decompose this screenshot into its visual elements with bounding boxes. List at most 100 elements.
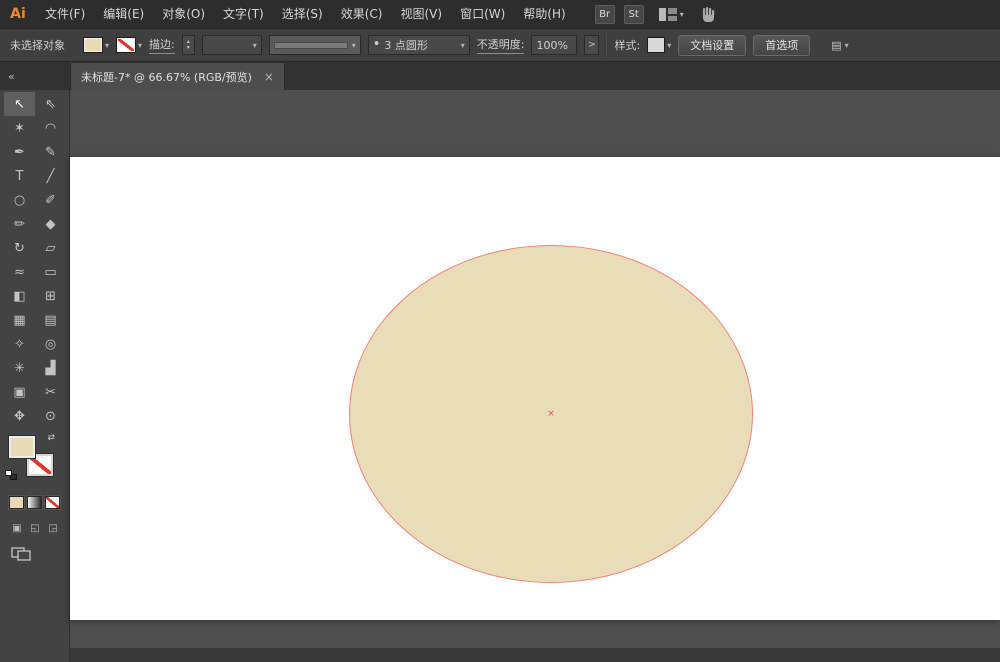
- opacity-expand-button[interactable]: >: [584, 35, 600, 55]
- stroke-width-stepper[interactable]: ▴ ▾: [181, 35, 195, 55]
- stock-button[interactable]: St: [623, 4, 644, 24]
- bottom-strip: [70, 648, 1000, 662]
- free-transform-tool[interactable]: ▭: [35, 260, 66, 284]
- toolbar-collapse-button[interactable]: «: [0, 70, 70, 83]
- close-icon[interactable]: ×: [264, 70, 274, 84]
- chevron-down-icon: ▾: [105, 40, 110, 50]
- default-fill-stroke-button[interactable]: [5, 470, 17, 480]
- swap-fill-stroke-button[interactable]: ⇄: [47, 433, 55, 443]
- selection-tool[interactable]: ↖: [4, 92, 35, 116]
- control-panel-flyout[interactable]: ▤ ▾: [831, 39, 848, 52]
- touch-workspace-button[interactable]: [701, 6, 717, 22]
- opacity-value: 100%: [536, 38, 568, 52]
- scale-tool[interactable]: ▱: [35, 236, 66, 260]
- menubar: Ai 文件(F) 编辑(E) 对象(O) 文字(T) 选择(S) 效果(C) 视图(V) 窗口…: [0, 0, 1000, 28]
- brush-name: 3 点圆形: [384, 39, 428, 52]
- ellipse-shape[interactable]: ×: [349, 245, 753, 583]
- chevron-down-icon: ▾: [351, 40, 356, 50]
- slice-tool[interactable]: ✂: [35, 380, 66, 404]
- panel-icon: ▤: [831, 38, 842, 52]
- menubar-extra: Br St ▾: [594, 4, 717, 24]
- lasso-tool[interactable]: ◠: [35, 116, 66, 140]
- brush-preview-icon: •: [372, 37, 381, 52]
- menubar-item-6[interactable]: 视图(V): [391, 0, 451, 28]
- opacity-input[interactable]: 100%: [531, 35, 578, 55]
- width-tool[interactable]: ≈: [4, 260, 35, 284]
- symbol-sprayer-tool[interactable]: ✳: [4, 356, 35, 380]
- menubar-item-5[interactable]: 效果(C): [332, 0, 392, 28]
- menubar-item-7[interactable]: 窗口(W): [451, 0, 514, 28]
- none-button[interactable]: [45, 496, 60, 509]
- center-point-marker: ×: [547, 409, 555, 419]
- stroke-width-combobox[interactable]: ▾: [201, 35, 262, 55]
- draw-mode-row: ▣ ◱ ◲: [9, 521, 69, 535]
- paintbrush-tool[interactable]: ✐: [35, 188, 66, 212]
- workspace: ↖ ⇖ ✶ ◠ ✒ ✎ T ╱ ○ ✐ ✏ ◆ ↻ ▱ ≈ ▭ ◧ ⊞ ▦ ▤ ✧ ◎ ✳ ▟ ▣ ✂ ✥ ⊙ ⇄ ▣ ◱ ◲: [0, 90, 1000, 662]
- bridge-button[interactable]: Br: [594, 4, 615, 24]
- stepper-down-icon: ▾: [186, 44, 190, 51]
- type-tool[interactable]: T: [4, 164, 35, 188]
- document-setup-button[interactable]: 文档设置: [678, 34, 747, 56]
- fill-color-dropdown[interactable]: ▾: [83, 37, 109, 53]
- line-segment-tool[interactable]: ╱: [35, 164, 66, 188]
- pasteboard[interactable]: ×: [70, 90, 1000, 662]
- workspace-layout-icon: [658, 7, 677, 21]
- menu-items: 文件(F) 编辑(E) 对象(O) 文字(T) 选择(S) 效果(C) 视图(V) 窗口(W)…: [36, 0, 575, 28]
- stroke-panel-link[interactable]: 描边:: [149, 36, 175, 54]
- document-tab-title: 未标题-7* @ 66.67% (RGB/预览): [81, 70, 252, 84]
- hand-tool[interactable]: ✥: [4, 404, 35, 428]
- color-button[interactable]: [9, 496, 24, 509]
- screen-mode-button[interactable]: [11, 547, 69, 561]
- chevron-down-icon: ▾: [667, 40, 672, 50]
- style-swatch: [647, 37, 666, 53]
- fill-swatch: [83, 37, 103, 53]
- blend-tool[interactable]: ◎: [35, 332, 66, 356]
- width-profile-preview: [273, 41, 348, 49]
- menubar-item-0[interactable]: 文件(F): [36, 0, 94, 28]
- ellipse-tool[interactable]: ○: [4, 188, 35, 212]
- stroke-color-dropdown[interactable]: ▾: [116, 37, 142, 53]
- chevron-down-icon: ▾: [138, 40, 143, 50]
- shape-builder-tool[interactable]: ◧: [4, 284, 35, 308]
- workspace-switcher[interactable]: ▾: [658, 7, 684, 21]
- document-tab[interactable]: 未标题-7* @ 66.67% (RGB/预览) ×: [70, 63, 285, 90]
- zoom-tool[interactable]: ⊙: [35, 404, 66, 428]
- pencil-tool[interactable]: ✏: [4, 212, 35, 236]
- pen-tool[interactable]: ✒: [4, 140, 35, 164]
- magic-wand-tool[interactable]: ✶: [4, 116, 35, 140]
- eyedropper-tool[interactable]: ✧: [4, 332, 35, 356]
- width-profile-dropdown[interactable]: ▾: [268, 35, 361, 55]
- direct-selection-tool[interactable]: ⇖: [35, 92, 66, 116]
- perspective-grid-tool[interactable]: ⊞: [35, 284, 66, 308]
- draw-behind-mode[interactable]: ◱: [27, 521, 43, 535]
- default-fill-icon: [5, 470, 12, 476]
- draw-normal-mode[interactable]: ▣: [9, 521, 25, 535]
- brush-definition-dropdown[interactable]: • 3 点圆形 ▾: [367, 35, 470, 55]
- preferences-button[interactable]: 首选项: [753, 34, 811, 56]
- style-label: 样式:: [614, 39, 641, 52]
- gradient-tool[interactable]: ▤: [35, 308, 66, 332]
- menubar-item-8[interactable]: 帮助(H): [514, 0, 574, 28]
- menubar-item-2[interactable]: 对象(O): [153, 0, 214, 28]
- eraser-tool[interactable]: ◆: [35, 212, 66, 236]
- menubar-item-4[interactable]: 选择(S): [273, 0, 332, 28]
- opacity-panel-link[interactable]: 不透明度:: [476, 36, 525, 54]
- artboard[interactable]: ×: [70, 157, 1000, 620]
- curvature-tool[interactable]: ✎: [35, 140, 66, 164]
- tools-panel: ↖ ⇖ ✶ ◠ ✒ ✎ T ╱ ○ ✐ ✏ ◆ ↻ ▱ ≈ ▭ ◧ ⊞ ▦ ▤ ✧ ◎ ✳ ▟ ▣ ✂ ✥ ⊙ ⇄ ▣ ◱ ◲: [0, 90, 70, 662]
- divider: [606, 33, 608, 57]
- control-bar: 未选择对象 ▾ ▾ 描边: ▴ ▾ ▾ ▾ • 3 点圆形 ▾ 不透明度: 10…: [0, 28, 1000, 62]
- column-graph-tool[interactable]: ▟: [35, 356, 66, 380]
- selection-status: 未选择对象: [10, 39, 65, 52]
- menubar-item-3[interactable]: 文字(T): [214, 0, 273, 28]
- screen-mode-icon: [11, 547, 31, 561]
- draw-inside-mode[interactable]: ◲: [45, 521, 61, 535]
- menubar-item-1[interactable]: 编辑(E): [94, 0, 153, 28]
- rotate-tool[interactable]: ↻: [4, 236, 35, 260]
- style-dropdown[interactable]: ▾: [647, 37, 671, 53]
- fill-swatch[interactable]: [9, 436, 35, 458]
- gradient-button[interactable]: [27, 496, 42, 509]
- artboard-tool[interactable]: ▣: [4, 380, 35, 404]
- chevron-down-icon: ▾: [844, 40, 849, 50]
- mesh-tool[interactable]: ▦: [4, 308, 35, 332]
